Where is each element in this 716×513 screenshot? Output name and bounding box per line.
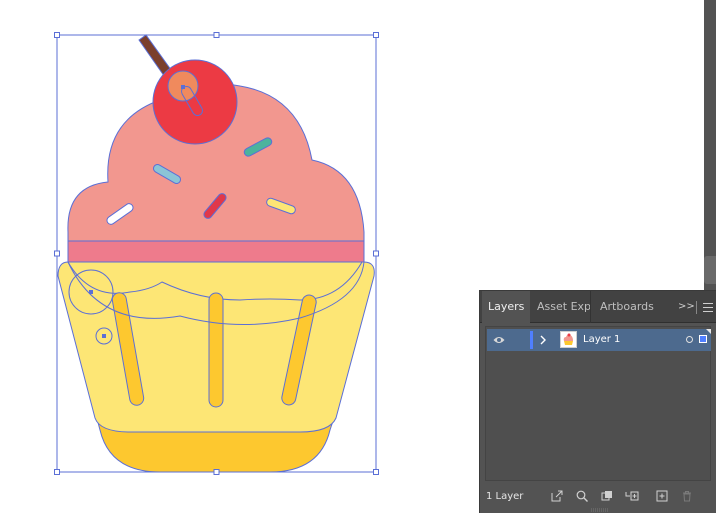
- layer-thumbnail: [560, 331, 577, 348]
- search-icon[interactable]: [575, 489, 589, 503]
- handle-top-right[interactable]: [373, 32, 379, 38]
- delete-icon[interactable]: [680, 489, 694, 503]
- clipping-mask-icon[interactable]: [600, 489, 614, 503]
- new-sublayer-icon[interactable]: [625, 489, 639, 503]
- panel-dock-strip: [704, 0, 716, 290]
- layer-row[interactable]: Layer 1: [487, 329, 711, 351]
- chevron-right-icon[interactable]: [539, 332, 549, 348]
- new-layer-icon[interactable]: [655, 489, 669, 503]
- panel-menu-icon[interactable]: [703, 303, 713, 312]
- layer-count-label: 1 Layer: [486, 491, 524, 502]
- handle-bottom-right[interactable]: [373, 469, 379, 475]
- handle-middle-right[interactable]: [373, 250, 379, 257]
- tab-bar-divider: [696, 301, 697, 314]
- handle-middle-left[interactable]: [54, 250, 60, 257]
- layer-name[interactable]: Layer 1: [583, 329, 620, 351]
- layers-panel: Layers Asset Expor Artboards >>: [479, 290, 716, 513]
- anchor-point[interactable]: [89, 290, 93, 294]
- tab-asset-export[interactable]: Asset Expor: [531, 291, 591, 323]
- panel-tab-bar: Layers Asset Expor Artboards >>: [480, 291, 716, 324]
- panel-resize-grip[interactable]: [590, 508, 610, 512]
- panel-footer: 1 Layer: [480, 486, 716, 508]
- canvas-stage[interactable]: Layers Asset Expor Artboards >>: [0, 0, 716, 513]
- tab-layers[interactable]: Layers: [482, 291, 530, 324]
- target-circle-icon[interactable]: [686, 336, 693, 343]
- anchor-point[interactable]: [102, 334, 106, 338]
- layer-color-swatch: [530, 331, 533, 349]
- eye-icon[interactable]: [493, 335, 505, 345]
- row-corner-marker: [706, 329, 711, 334]
- tab-overflow-icon[interactable]: >>: [678, 291, 695, 323]
- frosting-band[interactable]: [67, 240, 365, 263]
- cherry[interactable]: [152, 59, 238, 145]
- layers-list[interactable]: Layer 1: [485, 326, 711, 481]
- handle-bottom-middle[interactable]: [213, 469, 220, 475]
- cup-stripe[interactable]: [208, 292, 224, 408]
- tab-artboards[interactable]: Artboards: [594, 291, 660, 323]
- anchor-point[interactable]: [181, 85, 185, 89]
- dock-collapse-handle[interactable]: [704, 256, 716, 284]
- handle-top-left[interactable]: [54, 32, 60, 38]
- handle-bottom-left[interactable]: [54, 469, 60, 475]
- handle-top-middle[interactable]: [213, 32, 220, 38]
- export-icon[interactable]: [550, 489, 564, 503]
- selection-indicator-square[interactable]: [699, 335, 707, 343]
